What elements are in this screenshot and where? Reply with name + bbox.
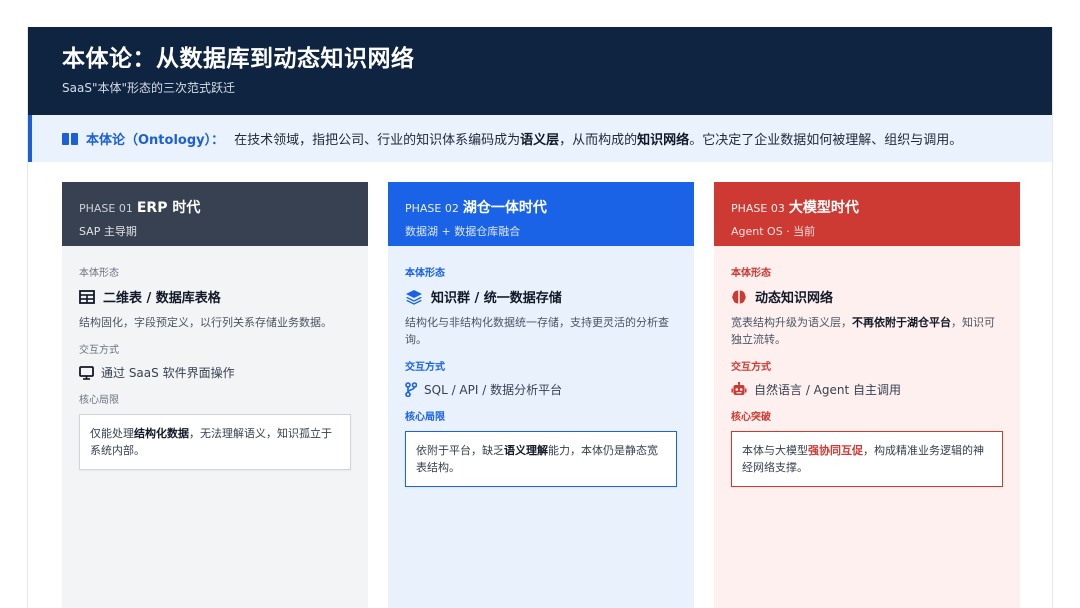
phase-card-1: PHASE 01 ERP 时代 SAP 主导期 本体形态 二维表 / 数据库表格 …	[62, 182, 368, 608]
interaction-label: 交互方式	[79, 345, 119, 356]
book-icon	[62, 132, 78, 145]
phase-number: PHASE 03	[731, 202, 785, 215]
phase-caption: 数据湖 + 数据仓库融合	[405, 225, 521, 238]
form-title: 二维表 / 数据库表格	[103, 291, 221, 306]
breakthrough-text-1: 本体与大模型	[742, 444, 808, 457]
definition-term: 本体论（Ontology）：	[86, 133, 225, 148]
phase-card-body: 本体形态 二维表 / 数据库表格 结构固化，字段预定义，以行列关系存储业务数据。…	[62, 246, 368, 470]
phase-number: PHASE 01	[79, 202, 133, 215]
infographic-frame: 本体论：从数据库到动态知识网络 SaaS"本体"形态的三次范式跃迁 本体论（On…	[27, 27, 1053, 608]
definition-bold-1: 语义层	[520, 133, 560, 148]
interaction-row: SQL / API / 数据分析平台	[405, 381, 677, 398]
limitation-text-1: 仅能处理	[90, 427, 134, 440]
breakthrough-bold: 强协同互促	[808, 444, 863, 457]
form-title: 动态知识网络	[755, 291, 834, 306]
interaction-row: 通过 SaaS 软件界面操作	[79, 364, 351, 381]
brain-icon	[731, 289, 747, 305]
interaction-text: 自然语言 / Agent 自主调用	[754, 383, 902, 397]
layers-icon	[405, 289, 423, 305]
form-description: 结构固化，字段预定义，以行列关系存储业务数据。	[79, 316, 332, 329]
phase-card-header: PHASE 01 ERP 时代 SAP 主导期	[62, 182, 368, 246]
phase-card-3: PHASE 03 大模型时代 Agent OS · 当前 本体形态 动态知识网络 …	[714, 182, 1020, 608]
robot-icon	[731, 382, 747, 397]
phase-card-body: 本体形态 知识群 / 统一数据存储 结构化与非结构化数据统一存储，支持更灵活的分…	[388, 246, 694, 487]
interaction-row: 自然语言 / Agent 自主调用	[731, 381, 1003, 398]
phase-name: 湖仓一体时代	[462, 200, 547, 216]
phase-card-header: PHASE 02 湖仓一体时代 数据湖 + 数据仓库融合	[388, 182, 694, 246]
branch-icon	[405, 382, 417, 397]
definition-text-2: ，从而构成的	[559, 133, 638, 148]
phase-card-body: 本体形态 动态知识网络 宽表结构升级为语义层，不再依附于湖仓平台，知识可独立流转…	[714, 246, 1020, 487]
interaction-label: 交互方式	[405, 362, 445, 373]
limitation-bold: 结构化数据	[134, 427, 189, 440]
form-label: 本体形态	[731, 268, 771, 279]
phase-name: ERP 时代	[136, 200, 201, 216]
limitation-box: 依附于平台，缺乏语义理解能力，本体仍是静态宽表结构。	[405, 431, 677, 487]
form-desc-bold: 不再依附于湖仓平台	[852, 316, 951, 329]
form-title-row: 二维表 / 数据库表格	[79, 287, 351, 306]
page-subtitle: SaaS"本体"形态的三次范式跃迁	[62, 81, 235, 95]
phase-caption: SAP 主导期	[79, 225, 137, 238]
form-description: 结构化与非结构化数据统一存储，支持更灵活的分析查询。	[405, 316, 669, 346]
form-title-row: 动态知识网络	[731, 287, 1003, 306]
definition-bar: 本体论（Ontology）： 在技术领域，指把公司、行业的知识体系编码成为 语义层…	[28, 115, 1052, 162]
phase-columns: PHASE 01 ERP 时代 SAP 主导期 本体形态 二维表 / 数据库表格 …	[28, 182, 1052, 608]
breakthrough-box: 本体与大模型强协同互促，构成精准业务逻辑的神经网络支撑。	[731, 431, 1003, 487]
page-title: 本体论：从数据库到动态知识网络	[62, 46, 415, 72]
definition-text-3: 。它决定了企业数据如何被理解、组织与调用。	[689, 133, 963, 148]
phase-caption: Agent OS · 当前	[731, 225, 816, 238]
phase-number: PHASE 02	[405, 202, 459, 215]
interaction-text: 通过 SaaS 软件界面操作	[101, 366, 235, 380]
phase-card-2: PHASE 02 湖仓一体时代 数据湖 + 数据仓库融合 本体形态 知识群 / 统…	[388, 182, 694, 608]
interaction-label: 交互方式	[731, 362, 771, 373]
limitation-label: 核心局限	[79, 395, 119, 406]
definition-text-1: 在技术领域，指把公司、行业的知识体系编码成为	[234, 133, 521, 148]
monitor-icon	[79, 365, 94, 380]
interaction-text: SQL / API / 数据分析平台	[424, 383, 563, 397]
form-label: 本体形态	[79, 268, 119, 279]
limitation-label: 核心局限	[405, 412, 445, 423]
table-icon	[79, 289, 95, 304]
limitation-box: 仅能处理结构化数据，无法理解语义，知识孤立于系统内部。	[79, 414, 351, 470]
form-description: 宽表结构升级为语义层，不再依附于湖仓平台，知识可独立流转。	[731, 314, 1003, 348]
breakthrough-label: 核心突破	[731, 412, 771, 423]
phase-card-header: PHASE 03 大模型时代 Agent OS · 当前	[714, 182, 1020, 246]
phase-name: 大模型时代	[788, 200, 859, 216]
form-desc-text-1: 宽表结构升级为语义层，	[731, 316, 852, 329]
definition-bold-2: 知识网络	[637, 133, 690, 148]
form-title: 知识群 / 统一数据存储	[431, 291, 562, 306]
form-title-row: 知识群 / 统一数据存储	[405, 287, 677, 306]
form-label: 本体形态	[405, 268, 445, 279]
limitation-bold: 语义理解	[504, 444, 548, 457]
limitation-text-1: 依附于平台，缺乏	[416, 444, 504, 457]
page-header: 本体论：从数据库到动态知识网络 SaaS"本体"形态的三次范式跃迁	[28, 27, 1052, 115]
